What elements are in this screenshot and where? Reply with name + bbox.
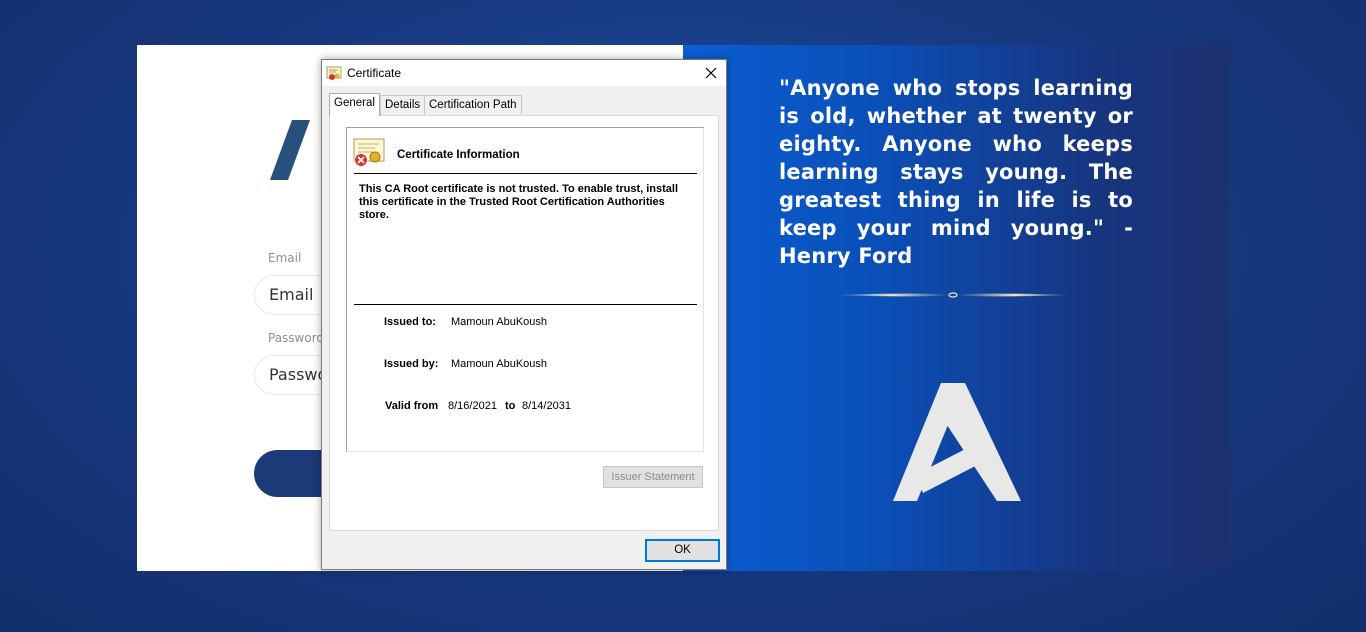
- issued-to-value: Mamoun AbuKoush: [451, 316, 548, 328]
- tab-certification-path[interactable]: Certification Path: [424, 95, 522, 115]
- general-tab-panel: Certificate Information This CA Root cer…: [329, 115, 719, 531]
- tab-details[interactable]: Details: [380, 95, 426, 115]
- divider-top: [354, 173, 697, 174]
- certificate-info-box: Certificate Information This CA Root cer…: [346, 127, 704, 452]
- valid-to-value: 8/14/2031: [522, 400, 571, 412]
- valid-from-label: Valid from: [385, 400, 439, 412]
- dialog-titlebar: Certificate: [322, 60, 726, 86]
- quote-text: "Anyone who stops learning is old, wheth…: [779, 76, 1133, 268]
- password-label: Password: [268, 331, 325, 345]
- ok-button[interactable]: OK: [645, 539, 720, 562]
- tab-general[interactable]: General: [329, 93, 380, 116]
- issued-by-value: Mamoun AbuKoush: [451, 358, 548, 370]
- divider-bottom: [354, 304, 697, 305]
- dialog-title: Certificate: [347, 66, 402, 80]
- issued-by-label: Issued by:: [384, 358, 439, 370]
- certificate-icon: [326, 66, 342, 80]
- valid-from-value: 8/16/2021: [448, 400, 497, 412]
- certificate-error-icon: [353, 138, 385, 167]
- close-icon: [705, 67, 717, 79]
- close-button[interactable]: [696, 60, 726, 86]
- ornament-divider: [833, 292, 1073, 298]
- valid-to-label: to: [505, 400, 516, 412]
- trust-warning-message: This CA Root certificate is not trusted.…: [359, 183, 679, 221]
- email-placeholder: Email: [269, 285, 314, 304]
- certificate-dialog: Certificate General Details Certificatio…: [321, 59, 727, 570]
- issuer-statement-button[interactable]: Issuer Statement: [603, 466, 703, 488]
- certificate-info-title: Certificate Information: [397, 149, 520, 161]
- email-label: Email: [268, 251, 302, 265]
- brand-logo-large: [893, 383, 1021, 501]
- issued-to-label: Issued to:: [384, 316, 436, 328]
- quote-panel: "Anyone who stops learning is old, wheth…: [683, 45, 1229, 571]
